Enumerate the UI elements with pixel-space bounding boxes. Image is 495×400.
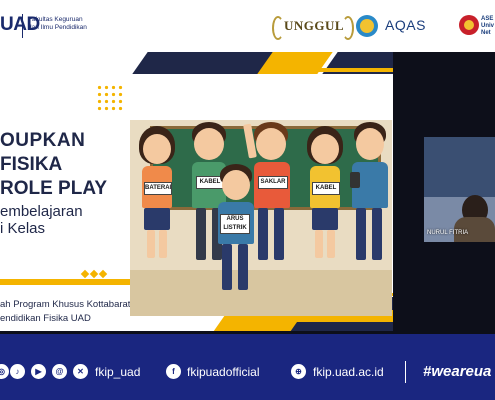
participant-video-tile[interactable]: NURUL FITRIA <box>424 137 495 242</box>
threads-icon[interactable]: @ <box>52 364 67 379</box>
dot-grid-decor <box>96 84 124 112</box>
asean-line-2: Univ <box>481 23 495 29</box>
slide-title-line-2: FISIKA <box>0 154 63 175</box>
presentation-slide: OUPKAN FISIKA ROLE PLAY embelajaran i Ke… <box>0 52 393 331</box>
youtube-icon[interactable]: ▶ <box>31 364 46 379</box>
decor-shape <box>282 322 393 331</box>
faculty-line-1: Fakultas Keguruan <box>28 16 83 23</box>
participant-name: NURUL FITRIA <box>427 230 469 236</box>
footer-divider <box>405 361 406 383</box>
student-figure <box>348 120 392 270</box>
faculty-name: Fakultas Keguruan dan Ilmu Pendidikan <box>28 16 118 32</box>
globe-icon[interactable]: ⊕ <box>291 364 306 379</box>
student-figure: BATERAI <box>134 124 180 264</box>
slide-title-line-3: ROLE PLAY <box>0 178 107 199</box>
hashtag: #weareua <box>423 363 492 380</box>
classroom-illustration: BATERAI KABEL SAKLAR ARUS LISTRIK KABEL <box>130 120 392 316</box>
asean-logo-icon <box>459 15 479 35</box>
facebook-icon[interactable]: f <box>166 364 181 379</box>
curtain <box>424 137 495 197</box>
laurel-left-icon <box>272 16 284 40</box>
role-sign: ARUS LISTRIK <box>220 214 250 234</box>
role-sign: KABEL <box>312 182 340 195</box>
header-divider <box>22 14 23 38</box>
slide-title-line-1: OUPKAN <box>0 130 86 151</box>
social-footer: ◎ ♪ ▶ @ ✕ fkip_uad f fkipuadofficial ⊕ f… <box>0 334 495 400</box>
decor-stripe <box>308 68 393 72</box>
seal-logo-icon <box>356 15 378 37</box>
faculty-line-2: dan Ilmu Pendidikan <box>28 24 87 31</box>
tiktok-icon[interactable]: ♪ <box>10 364 25 379</box>
aqas-logo: AQAS <box>385 17 426 33</box>
top-banner: UAD Fakultas Keguruan dan Ilmu Pendidika… <box>0 0 495 52</box>
website-link[interactable]: fkip.uad.ac.id <box>313 365 384 379</box>
slide-subtitle-line-2: i Kelas <box>0 220 46 237</box>
asean-line-3: Net <box>481 30 491 36</box>
instagram-icon[interactable]: ◎ <box>0 364 9 379</box>
unggul-label: UNGGUL <box>284 18 345 33</box>
instagram-handle[interactable]: fkip_uad <box>95 365 140 379</box>
slide-footer-line-2: endidikan Fisika UAD <box>0 313 91 324</box>
x-icon[interactable]: ✕ <box>73 364 88 379</box>
asean-line-1: ASE <box>481 16 494 22</box>
role-sign: BATERAI <box>144 182 172 195</box>
student-figure: ARUS LISTRIK <box>214 162 260 312</box>
floor <box>130 270 392 316</box>
student-figure: KABEL <box>302 124 348 264</box>
slide-subtitle-line-1: embelajaran <box>0 203 83 220</box>
laurel-right-icon <box>342 16 354 40</box>
asean-text: ASE Univ Net <box>481 16 494 37</box>
role-sign: SAKLAR <box>258 176 288 189</box>
unggul-badge: UNGGUL <box>272 14 354 40</box>
facebook-handle[interactable]: fkipuadofficial <box>187 365 260 379</box>
